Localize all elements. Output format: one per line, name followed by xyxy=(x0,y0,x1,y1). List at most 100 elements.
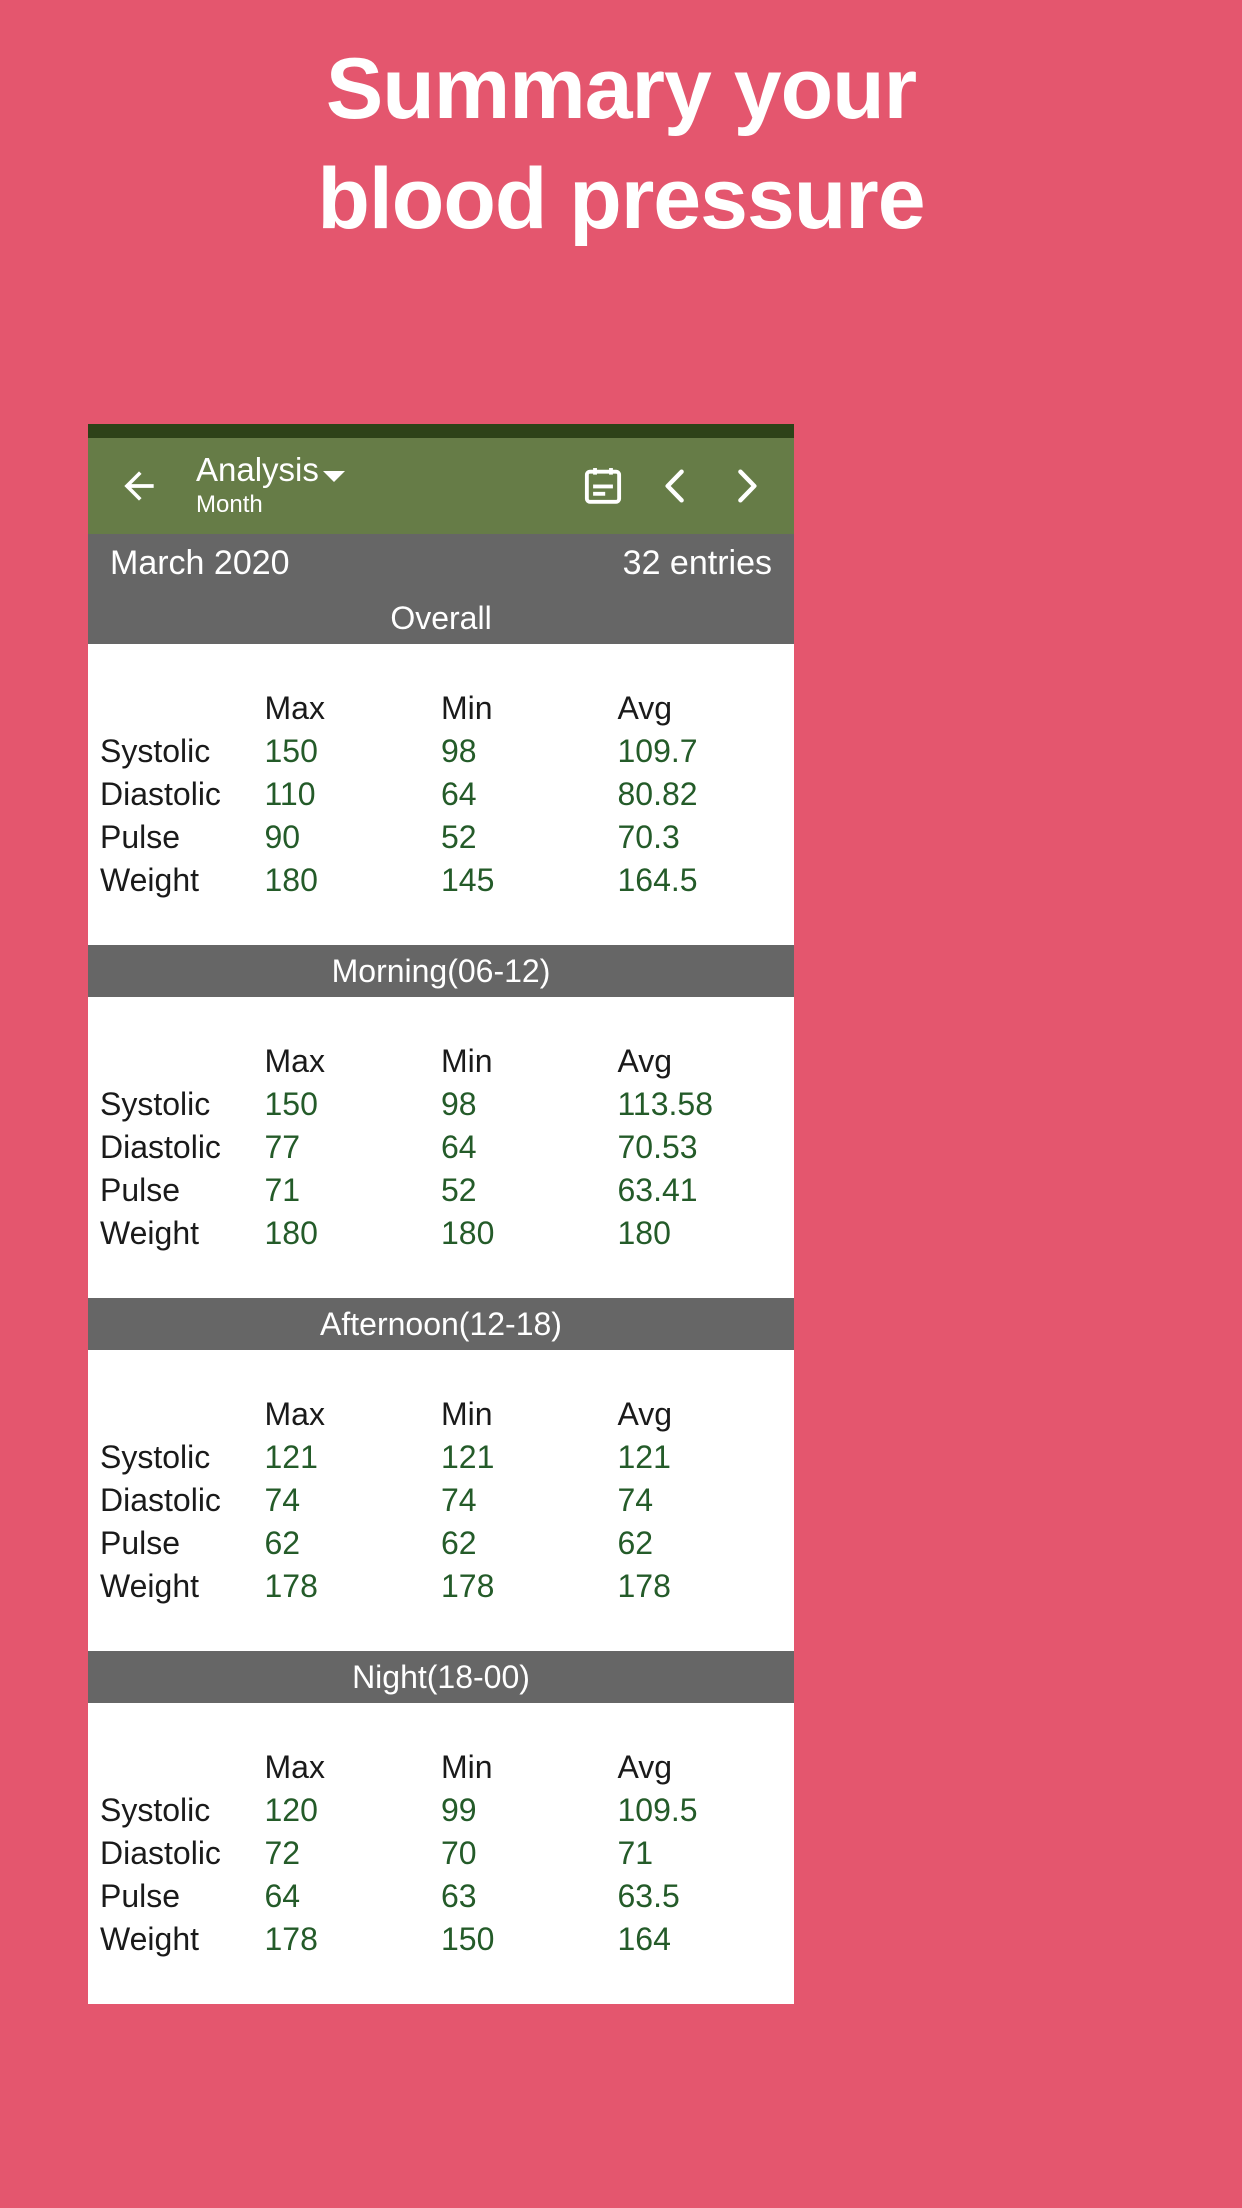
row-label: Pulse xyxy=(100,819,181,855)
table-bottom-padding xyxy=(88,902,794,945)
table-bottom-padding xyxy=(88,1255,794,1298)
row-label: Systolic xyxy=(100,1439,211,1475)
cell-min: 63 xyxy=(441,1878,477,1914)
column-header: Min xyxy=(441,1396,493,1432)
appbar-title: Analysis xyxy=(196,451,319,489)
cell-max: 77 xyxy=(264,1129,301,1165)
cell-avg: 109.5 xyxy=(617,1792,698,1828)
appbar-subtitle: Month xyxy=(196,491,263,519)
table-row: Weight 178 150 164 xyxy=(88,1918,794,1961)
column-header: Max xyxy=(264,1749,325,1785)
status-bar xyxy=(88,424,794,438)
cell-min: 70 xyxy=(441,1835,477,1871)
cell-avg: 180 xyxy=(617,1215,671,1251)
back-button[interactable] xyxy=(110,457,168,515)
section-header: Overall xyxy=(88,592,794,644)
cell-min: 98 xyxy=(441,1086,477,1122)
cell-min: 74 xyxy=(441,1482,477,1518)
row-label: Systolic xyxy=(100,1086,211,1122)
section-header: Night(18-00) xyxy=(88,1651,794,1703)
table-row: Weight 180 145 164.5 xyxy=(88,859,794,902)
row-label: Diastolic xyxy=(100,1129,221,1165)
appbar-actions xyxy=(560,457,794,515)
column-header: Avg xyxy=(617,1396,673,1432)
section-title: Overall xyxy=(390,599,492,636)
table-row: Pulse 90 52 70.3 xyxy=(88,816,794,859)
cell-avg: 74 xyxy=(617,1482,654,1518)
column-header: Avg xyxy=(617,1749,673,1785)
cell-max: 150 xyxy=(264,733,318,769)
table-top-padding xyxy=(88,644,794,687)
section-title: Morning(06-12) xyxy=(331,952,551,989)
chevron-left-icon xyxy=(665,469,684,503)
row-label: Weight xyxy=(100,862,200,898)
cell-min: 99 xyxy=(441,1792,477,1828)
promo-headline-line2: blood pressure xyxy=(317,151,925,248)
table-top-padding xyxy=(88,997,794,1040)
caret-down-icon[interactable] xyxy=(322,471,345,483)
cell-min: 52 xyxy=(441,819,477,855)
column-header: Min xyxy=(441,1749,493,1785)
table-row: Pulse 64 63 63.5 xyxy=(88,1875,794,1918)
column-header: Avg xyxy=(617,690,673,726)
cell-min: 64 xyxy=(441,1129,477,1165)
cell-min: 121 xyxy=(441,1439,495,1475)
cell-avg: 121 xyxy=(617,1439,671,1475)
period-bar: March 2020 32 entries xyxy=(88,534,794,592)
cell-max: 178 xyxy=(264,1921,318,1957)
table-row: Diastolic 110 64 80.82 xyxy=(88,773,794,816)
cell-avg: 164 xyxy=(617,1921,671,1957)
cell-avg: 113.58 xyxy=(617,1086,714,1122)
cell-max: 121 xyxy=(264,1439,318,1475)
cell-max: 72 xyxy=(264,1835,301,1871)
cell-max: 64 xyxy=(264,1878,301,1914)
row-label: Diastolic xyxy=(100,776,221,812)
cell-max: 178 xyxy=(264,1568,318,1604)
table-row: Systolic 120 99 109.5 xyxy=(88,1789,794,1832)
cell-avg: 62 xyxy=(617,1525,654,1561)
row-label: Pulse xyxy=(100,1172,181,1208)
row-label: Diastolic xyxy=(100,1835,221,1871)
period-month-label: March 2020 xyxy=(110,543,290,582)
next-period-button[interactable] xyxy=(718,457,776,515)
cell-avg: 63.41 xyxy=(617,1172,698,1208)
table-row: Diastolic 72 70 71 xyxy=(88,1832,794,1875)
cell-min: 98 xyxy=(441,733,477,769)
period-entries-count: 32 entries xyxy=(622,543,772,582)
stats-table: Max Min Avg Systolic 150 98 113.58 Diastolic 77 6… xyxy=(88,997,794,1298)
table-top-padding xyxy=(88,1703,794,1746)
row-label: Weight xyxy=(100,1215,200,1251)
row-label: Weight xyxy=(100,1568,200,1604)
cell-avg: 80.82 xyxy=(617,776,698,812)
column-header xyxy=(88,1746,265,1789)
section-title: Afternoon(12-18) xyxy=(320,1305,562,1342)
cell-max: 71 xyxy=(264,1172,301,1208)
cell-min: 150 xyxy=(441,1921,495,1957)
cell-max: 180 xyxy=(264,1215,318,1251)
cell-max: 110 xyxy=(264,776,316,812)
cell-avg: 178 xyxy=(617,1568,671,1604)
table-row: Systolic 150 98 113.58 xyxy=(88,1083,794,1126)
section-header: Afternoon(12-18) xyxy=(88,1298,794,1350)
column-header xyxy=(88,687,265,730)
cell-avg: 70.53 xyxy=(617,1129,698,1165)
calendar-button[interactable] xyxy=(574,457,632,515)
appbar-title-block[interactable]: Analysis Month xyxy=(196,453,345,518)
row-label: Systolic xyxy=(100,733,211,769)
row-label: Pulse xyxy=(100,1525,181,1561)
table-header-row: Max Min Avg xyxy=(88,1040,794,1083)
cell-max: 74 xyxy=(264,1482,301,1518)
previous-period-button[interactable] xyxy=(646,457,704,515)
row-label: Systolic xyxy=(100,1792,211,1828)
chevron-right-icon xyxy=(738,469,757,503)
row-label: Pulse xyxy=(100,1878,181,1914)
cell-max: 150 xyxy=(264,1086,318,1122)
table-bottom-padding xyxy=(88,1961,794,2004)
column-header: Avg xyxy=(617,1043,673,1079)
cell-avg: 164.5 xyxy=(617,862,698,898)
app-bar: Analysis Month xyxy=(88,438,794,534)
cell-min: 62 xyxy=(441,1525,477,1561)
cell-avg: 70.3 xyxy=(617,819,680,855)
table-row: Diastolic 74 74 74 xyxy=(88,1479,794,1522)
table-row: Weight 178 178 178 xyxy=(88,1565,794,1608)
